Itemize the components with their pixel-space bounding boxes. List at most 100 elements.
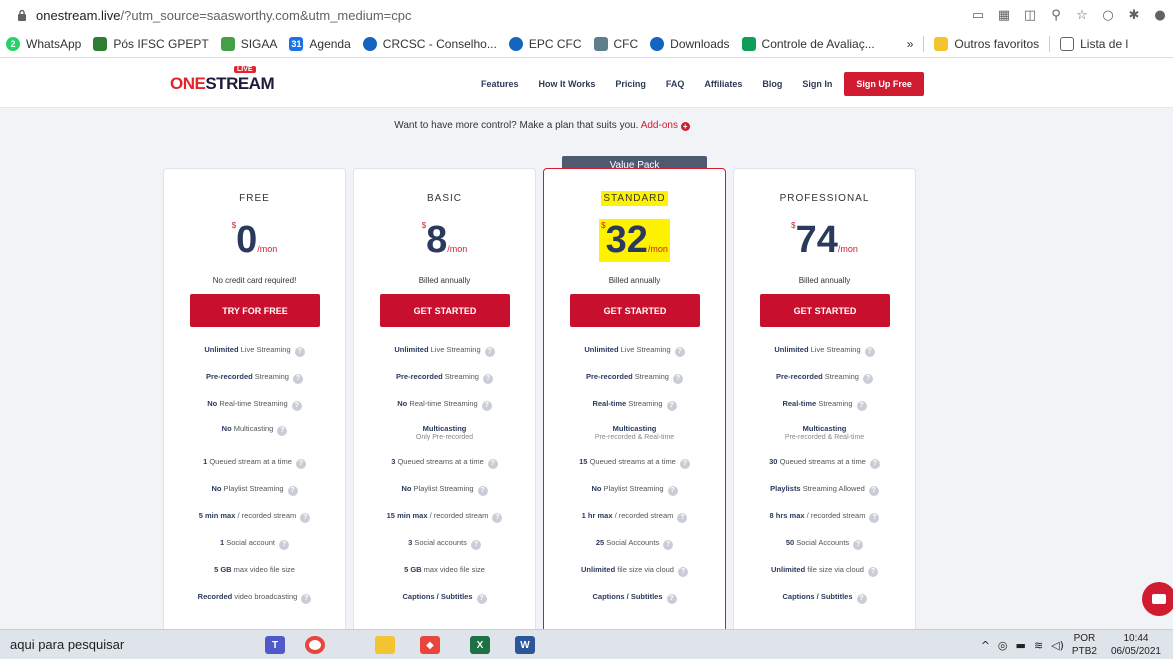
feature-item: 15 Queued streams at a time? (544, 457, 725, 469)
cast-icon[interactable]: ▭ (965, 0, 991, 30)
bookmark-cfc[interactable]: CFC (588, 30, 645, 57)
bookmark-controle[interactable]: Controle de Avaliaç... (736, 30, 881, 57)
help-icon[interactable]: ? (287, 486, 298, 496)
language-indicator[interactable]: POR PTB2 (1072, 632, 1097, 658)
plan-cta-button[interactable]: GET STARTED (760, 294, 890, 327)
chevron-up-icon[interactable]: ^ (981, 639, 990, 652)
help-icon[interactable]: ? (853, 540, 864, 550)
help-icon[interactable]: ? (477, 486, 488, 496)
zoom-icon[interactable]: ⚲ (1043, 0, 1069, 30)
help-icon[interactable]: ? (291, 401, 302, 411)
help-icon[interactable]: ? (492, 513, 503, 523)
star-icon[interactable]: ☆ (1069, 0, 1095, 30)
addons-link[interactable]: Add-ons (641, 120, 678, 131)
help-icon[interactable]: ? (869, 459, 880, 469)
bookmark-lista[interactable]: Lista de l (1054, 30, 1134, 57)
wifi-icon[interactable]: ≋ (1034, 639, 1043, 652)
folder-icon (934, 36, 949, 51)
feature-item: Captions / Subtitles? (734, 592, 915, 604)
anydesk-icon[interactable]: ◆ (420, 636, 440, 654)
bookmarks-overflow[interactable]: » (901, 30, 920, 57)
feature-item: 15 min max / recorded stream? (354, 511, 535, 523)
bookmark-epc-cfc[interactable]: EPC CFC (503, 30, 588, 57)
feature-item: No Multicasting? (164, 424, 345, 436)
help-icon[interactable]: ? (663, 540, 674, 550)
nav-affiliates[interactable]: Affiliates (704, 79, 742, 89)
help-icon[interactable]: ? (277, 426, 288, 436)
help-icon[interactable]: ? (856, 594, 867, 604)
plan-cta-button[interactable]: TRY FOR FREE (190, 294, 320, 327)
help-icon[interactable]: ? (482, 374, 493, 384)
help-icon[interactable]: ? (481, 401, 492, 411)
plan-name: STANDARD (601, 191, 668, 206)
extension-circle-icon[interactable]: ○ (1095, 0, 1121, 30)
feature-item: 5 GB max video file size (404, 565, 485, 574)
help-icon[interactable]: ? (292, 374, 303, 384)
help-icon[interactable]: ? (856, 401, 867, 411)
chat-button[interactable] (1142, 582, 1173, 616)
help-icon[interactable]: ? (864, 347, 875, 357)
help-icon[interactable]: ? (476, 594, 487, 604)
plan-billing: Billed annually (418, 276, 471, 285)
help-icon[interactable]: ? (470, 540, 481, 550)
help-icon[interactable]: ? (666, 401, 677, 411)
feature-item: Unlimited file size via cloud? (734, 565, 915, 577)
help-icon[interactable]: ? (300, 513, 311, 523)
feature-item: Multicasting Only Pre-recorded (354, 424, 535, 441)
help-icon[interactable]: ? (301, 594, 312, 604)
help-icon[interactable]: ? (674, 347, 685, 357)
crcsc-icon (362, 36, 377, 51)
help-icon[interactable]: ? (484, 347, 495, 357)
battery-icon[interactable]: ▬ (1016, 639, 1026, 652)
help-icon[interactable]: ? (666, 594, 677, 604)
nav-pricing[interactable]: Pricing (615, 79, 646, 89)
teams-icon[interactable]: T (265, 636, 285, 654)
feature-item: 3 Queued streams at a time? (354, 457, 535, 469)
word-icon[interactable]: W (515, 636, 535, 654)
bookmark-pos-ifsc[interactable]: Pós IFSC GPEPT (87, 30, 214, 57)
help-icon[interactable]: ? (869, 513, 880, 523)
help-icon[interactable]: ? (672, 374, 683, 384)
help-icon[interactable]: ? (679, 459, 690, 469)
help-icon[interactable]: ? (867, 567, 878, 577)
file-explorer-icon[interactable] (375, 636, 395, 654)
bookmark-crcsc[interactable]: CRCSC - Conselho... (357, 30, 503, 57)
nav-faq[interactable]: FAQ (666, 79, 685, 89)
plan-cta-button[interactable]: GET STARTED (380, 294, 510, 327)
nav-blog[interactable]: Blog (762, 79, 782, 89)
excel-icon[interactable]: X (470, 636, 490, 654)
plus-circle-icon[interactable]: + (680, 122, 690, 131)
help-icon[interactable]: ? (295, 459, 306, 469)
help-icon[interactable]: ? (667, 486, 678, 496)
help-icon[interactable]: ? (868, 486, 879, 496)
feature-subtext: Pre-recorded & Real-time (784, 434, 865, 441)
help-icon[interactable]: ? (677, 513, 688, 523)
chat-icon (1152, 594, 1166, 604)
onestream-logo[interactable]: ONESTREAM LIVE (170, 66, 275, 94)
nav-how-it-works[interactable]: How It Works (539, 79, 596, 89)
bookmark-outros[interactable]: Outros favoritos (928, 30, 1045, 57)
nav-features[interactable]: Features (481, 79, 519, 89)
translate-icon[interactable]: ◫ (1017, 0, 1043, 30)
bookmark-agenda[interactable]: 31 Agenda (283, 30, 356, 57)
plan-cta-button[interactable]: GET STARTED (570, 294, 700, 327)
profile-avatar-icon[interactable]: ● (1147, 0, 1173, 30)
volume-icon[interactable]: ◁) (1051, 639, 1064, 652)
bookmark-whatsapp[interactable]: 2 WhatsApp (0, 30, 87, 57)
help-icon[interactable]: ? (487, 459, 498, 469)
help-icon[interactable]: ? (294, 347, 305, 357)
clock[interactable]: 10:44 06/05/2021 (1111, 632, 1161, 658)
chrome-icon[interactable] (305, 636, 325, 654)
taskbar-search[interactable]: aqui para pesquisar (10, 637, 124, 652)
meet-now-icon[interactable]: ◎ (998, 639, 1008, 652)
nav-sign-in[interactable]: Sign In (802, 79, 832, 89)
bookmark-downloads[interactable]: Downloads (644, 30, 735, 57)
address-bar[interactable]: onestream.live/?utm_source=saasworthy.co… (0, 0, 1173, 30)
puzzle-icon[interactable]: ✱ (1121, 0, 1147, 30)
help-icon[interactable]: ? (279, 540, 290, 550)
qr-icon[interactable]: ▦ (991, 0, 1017, 30)
help-icon[interactable]: ? (677, 567, 688, 577)
help-icon[interactable]: ? (862, 374, 873, 384)
bookmark-sigaa[interactable]: SIGAA (215, 30, 284, 57)
sign-up-free-button[interactable]: Sign Up Free (844, 72, 924, 96)
